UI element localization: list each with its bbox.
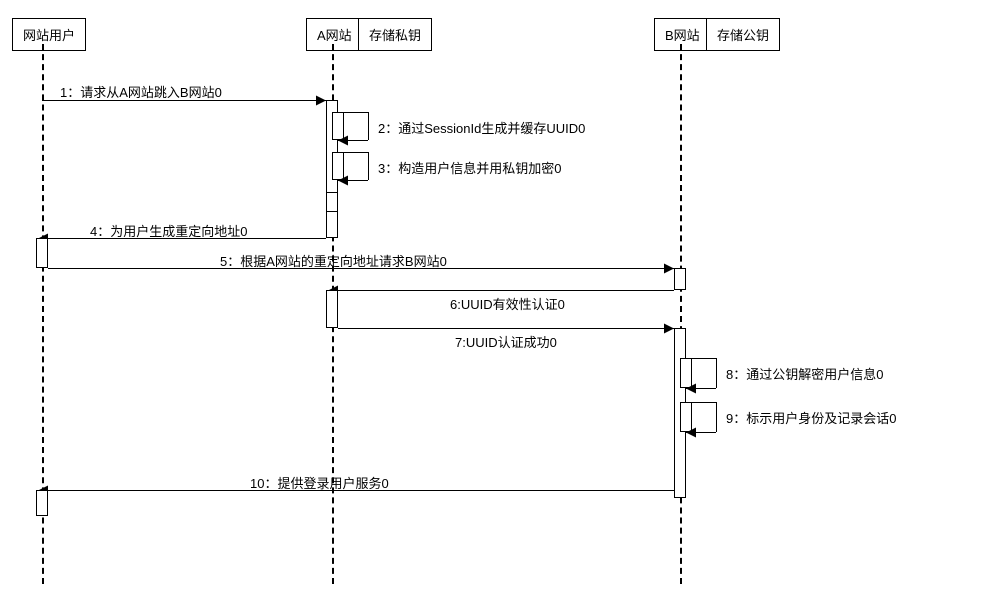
attachment-label: 存储公钥 — [717, 28, 769, 43]
message-label: 3：构造用户信息并用私钥加密0 — [378, 158, 561, 177]
message-label: 2：通过SessionId生成并缓存UUID0 — [378, 118, 585, 137]
lifeline-siteb — [680, 44, 682, 584]
activation-bar — [326, 192, 338, 212]
activation-bar — [326, 290, 338, 328]
participant-siteb-attach: 存储公钥 — [706, 18, 780, 51]
message-label: 8：通过公钥解密用户信息0 — [726, 364, 883, 383]
participant-user: 网站用户 — [12, 18, 86, 51]
message-label: 6:UUID有效性认证0 — [450, 294, 565, 313]
attachment-label: 存储私钥 — [369, 28, 421, 43]
participant-sitea-attach: 存储私钥 — [358, 18, 432, 51]
arrow-head-icon — [338, 176, 348, 186]
participant-label: B网站 — [665, 28, 700, 43]
arrow-head-icon — [316, 96, 326, 106]
message-arrow — [338, 290, 674, 291]
message-label: 1：请求从A网站跳入B网站0 — [60, 82, 222, 101]
activation-bar — [36, 490, 48, 516]
message-label: 7:UUID认证成功0 — [455, 332, 557, 351]
message-label: 9：标示用户身份及记录会话0 — [726, 408, 896, 427]
message-label: 4：为用户生成重定向地址0 — [90, 221, 247, 240]
message-label: 10：提供登录用户服务0 — [250, 473, 389, 492]
participant-sitea: A网站 — [306, 18, 363, 51]
arrow-head-icon — [664, 264, 674, 274]
arrow-head-icon — [664, 324, 674, 334]
activation-bar — [36, 238, 48, 268]
participant-label: A网站 — [317, 28, 352, 43]
message-arrow — [338, 328, 674, 329]
message-label: 5：根据A网站的重定向地址请求B网站0 — [220, 251, 447, 270]
activation-bar — [674, 268, 686, 290]
participant-siteb: B网站 — [654, 18, 711, 51]
participant-label: 网站用户 — [23, 28, 75, 43]
arrow-head-icon — [686, 428, 696, 438]
arrow-head-icon — [686, 384, 696, 394]
arrow-head-icon — [338, 136, 348, 146]
